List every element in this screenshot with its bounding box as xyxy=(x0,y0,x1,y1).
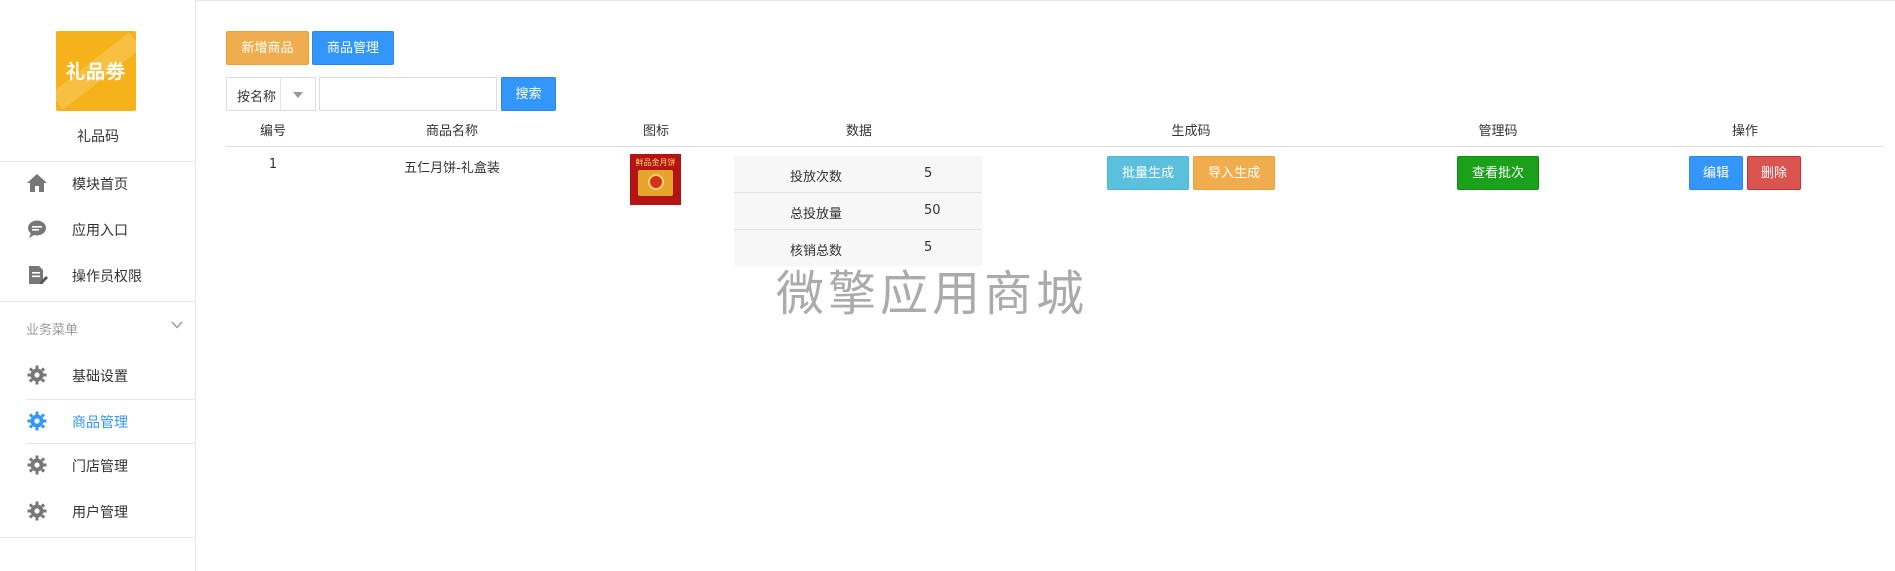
table-header-divider xyxy=(226,146,1884,147)
row-product-name: 五仁月饼-礼盒装 xyxy=(404,161,500,176)
stat-label: 投放次数 xyxy=(790,170,843,185)
sidebar-item-label: 用户管理 xyxy=(72,505,128,521)
row-id: 1 xyxy=(268,157,278,172)
sidebar-item-label: 基础设置 xyxy=(72,369,128,385)
stat-label: 核销总数 xyxy=(790,244,843,259)
divider xyxy=(0,301,196,302)
sidebar-item-app-entry[interactable]: 应用入口 xyxy=(0,207,196,251)
document-edit-icon xyxy=(29,266,48,284)
view-batches-button[interactable]: 查看批次 xyxy=(1457,156,1539,190)
top-border xyxy=(0,0,1895,1)
divider xyxy=(0,537,196,538)
search-field-select[interactable]: 按名称 xyxy=(226,77,316,111)
chevron-down-icon[interactable] xyxy=(170,318,184,332)
home-icon xyxy=(27,174,47,192)
edit-button[interactable]: 编辑 xyxy=(1689,156,1743,190)
product-management-button[interactable]: 商品管理 xyxy=(312,31,394,65)
product-thumbnail-text: 鲜品金月饼 xyxy=(635,158,676,167)
stat-row: 核销总数 5 xyxy=(734,230,982,266)
delete-button[interactable]: 删除 xyxy=(1747,156,1801,190)
sidebar-item-user-management[interactable]: 用户管理 xyxy=(0,489,196,533)
sidebar-item-label: 应用入口 xyxy=(72,223,128,239)
gear-icon xyxy=(27,501,47,521)
column-header-manage-code: 管理码 xyxy=(1478,124,1518,139)
sidebar-item-basic-settings[interactable]: 基础设置 xyxy=(0,353,196,397)
sidebar: 礼品劵 礼品码 模块首页 应用入口 操作员权限 业务菜单 基础设置 商品管理 门… xyxy=(0,0,196,571)
column-header-icon: 图标 xyxy=(642,124,669,139)
search-input[interactable] xyxy=(319,77,497,111)
divider xyxy=(280,78,281,110)
app-logo-text: 礼品劵 xyxy=(65,61,126,83)
stat-label: 总投放量 xyxy=(790,207,843,222)
chat-icon xyxy=(28,220,46,238)
sidebar-item-module-home[interactable]: 模块首页 xyxy=(0,161,196,205)
add-product-button[interactable]: 新增商品 xyxy=(226,31,309,65)
product-thumbnail: 鲜品金月饼 xyxy=(630,154,681,205)
column-header-id: 编号 xyxy=(259,124,286,139)
sidebar-item-label: 操作员权限 xyxy=(72,269,142,285)
sidebar-item-product-management[interactable]: 商品管理 xyxy=(0,399,196,443)
import-generate-button[interactable]: 导入生成 xyxy=(1193,156,1275,190)
batch-generate-button[interactable]: 批量生成 xyxy=(1107,156,1189,190)
sidebar-item-operator-permissions[interactable]: 操作员权限 xyxy=(0,253,196,297)
stat-value: 50 xyxy=(924,203,941,218)
business-menu-title: 业务菜单 xyxy=(26,323,79,338)
sidebar-item-store-management[interactable]: 门店管理 xyxy=(0,443,196,487)
column-header-generate-code: 生成码 xyxy=(1171,124,1211,139)
stat-row: 总投放量 50 xyxy=(734,193,982,229)
gear-icon xyxy=(27,455,47,475)
stat-value: 5 xyxy=(924,240,933,255)
sidebar-item-label: 商品管理 xyxy=(72,415,128,431)
sidebar-item-label: 门店管理 xyxy=(72,459,128,475)
search-button[interactable]: 搜索 xyxy=(501,77,556,111)
column-header-actions: 操作 xyxy=(1731,124,1758,139)
stat-row: 投放次数 5 xyxy=(734,156,982,192)
caret-down-icon xyxy=(293,92,303,98)
stat-value: 5 xyxy=(924,166,933,181)
column-header-name: 商品名称 xyxy=(425,124,478,139)
app-logo: 礼品劵 xyxy=(56,31,136,111)
gear-icon xyxy=(27,411,47,431)
column-header-data: 数据 xyxy=(845,124,872,139)
gear-icon xyxy=(27,365,47,385)
stats-table: 投放次数 5 总投放量 50 核销总数 5 xyxy=(734,156,982,266)
sidebar-item-label: 模块首页 xyxy=(72,177,128,193)
select-value: 按名称 xyxy=(237,90,277,105)
app-name: 礼品码 xyxy=(77,129,119,145)
